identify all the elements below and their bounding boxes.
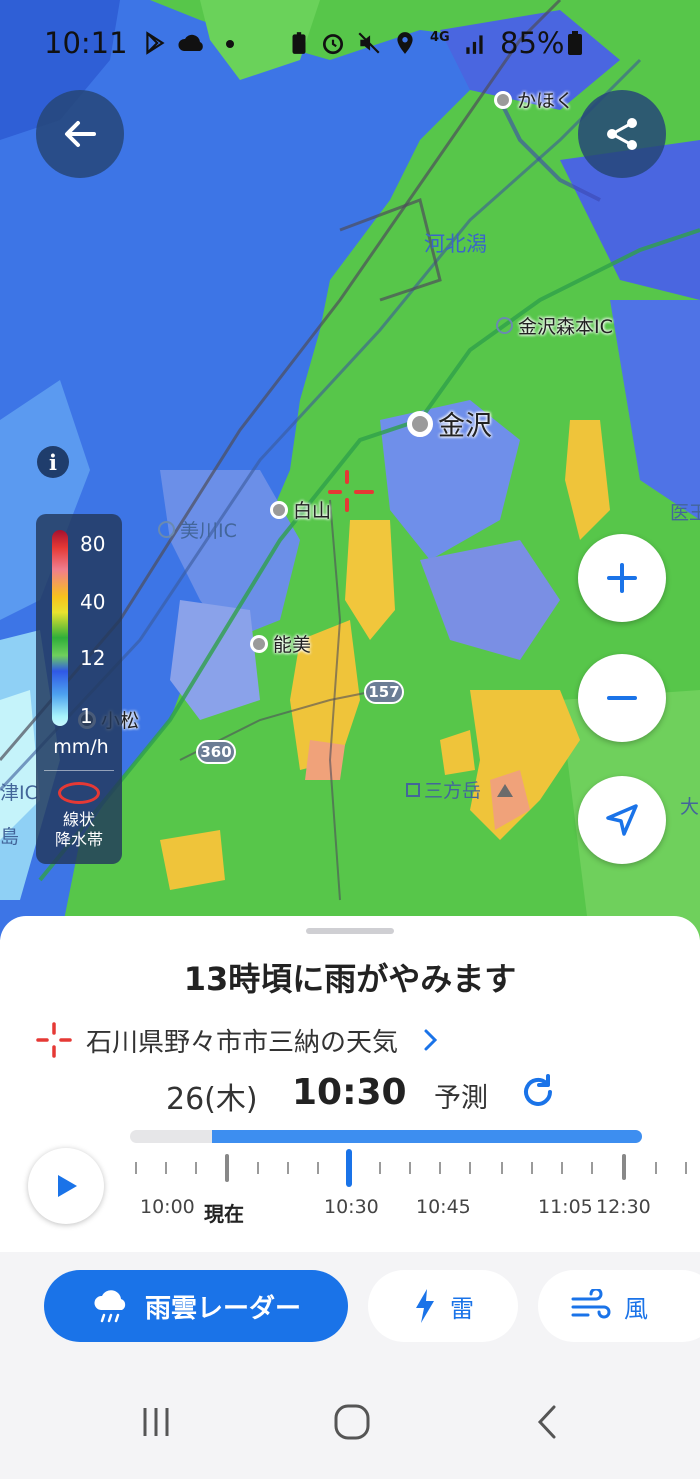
timeline-label-1045: 10:45 [416, 1196, 471, 1218]
play-store-icon [146, 31, 165, 55]
tab-thunder-label: 雷 [450, 1294, 474, 1323]
rain-cloud-icon [94, 1290, 126, 1323]
place-hakusan: 白山 [270, 496, 331, 523]
chevron-right-icon [424, 1029, 438, 1051]
legend-value-80: 80 [80, 532, 106, 556]
battery-icon [568, 31, 582, 55]
info-button[interactable]: i [37, 446, 69, 478]
share-icon [607, 118, 637, 150]
mute-icon [358, 32, 380, 54]
location-icon [397, 32, 413, 54]
current-location-button[interactable] [578, 776, 666, 864]
legend-value-1: 1 [80, 704, 93, 728]
timeline-label-1105: 11:05 [538, 1196, 593, 1218]
location-weather-link[interactable]: 石川県野々市市三納の天気 [34, 1020, 440, 1060]
navigation-arrow-icon [606, 804, 638, 836]
place-edge-ic: 津IC [0, 782, 38, 804]
tab-rain-radar[interactable]: 雨雲レーダー [44, 1270, 348, 1342]
place-edge-left: 島 [0, 826, 20, 848]
play-icon [58, 1175, 77, 1197]
place-mikawa-ic: 美川IC [158, 516, 237, 543]
forecast-time: 10:30 [292, 1072, 407, 1113]
layer-tabs: 雨雲レーダー 雷 風 [0, 1252, 700, 1364]
timeline-label-now: 現在 [204, 1202, 244, 1226]
arrow-left-icon [65, 121, 96, 147]
linear-band-icon [58, 782, 100, 804]
place-edge-right-1: 医王 [670, 502, 700, 524]
route-360-badge: 360 [196, 740, 236, 764]
legend-value-12: 12 [80, 646, 106, 670]
alarm-icon [322, 34, 344, 55]
legend-color-bar [52, 530, 68, 726]
timeline-slider[interactable] [126, 1148, 700, 1188]
dot-icon [226, 40, 234, 48]
status-bar: 10:11 4G 85% [0, 0, 700, 88]
rain-stop-headline: 13時頃に雨がやみます [183, 960, 517, 998]
battery-saver-icon [292, 32, 306, 54]
tab-rain-radar-label: 雨雲レーダー [144, 1293, 301, 1324]
network-type: 4G [430, 30, 450, 45]
forecast-sheet: 13時頃に雨がやみます 石川県野々市市三納の天気 26(木) 10:30 予測 [0, 916, 700, 1252]
tab-thunder[interactable]: 雷 [368, 1270, 518, 1342]
forecast-range-bar [212, 1130, 642, 1143]
route-157-badge: 157 [364, 680, 404, 704]
tab-wind-label: 風 [624, 1294, 648, 1323]
place-kahokugata: 河北潟 [424, 232, 487, 256]
rain-radar-map[interactable]: 10:11 4G 85% かほく 河北潟 金沢森本IC 金沢 白山 美川IC 能… [0, 0, 700, 940]
wind-icon [571, 1289, 611, 1319]
mountain-icon [497, 783, 514, 797]
refresh-icon[interactable] [518, 1072, 558, 1112]
play-button[interactable] [28, 1148, 104, 1224]
forecast-label: 予測 [434, 1083, 488, 1114]
home-icon[interactable] [332, 1402, 372, 1442]
place-kanazawa: 金沢 [407, 404, 492, 443]
tab-wind[interactable]: 風 [538, 1270, 700, 1342]
place-edge-right-2: 大 [680, 796, 700, 818]
time-row: 26(木) 10:30 予測 [0, 1070, 700, 1118]
cloud-icon [178, 34, 203, 51]
timeline-label-1030: 10:30 [324, 1196, 379, 1218]
timeline-progress [130, 1130, 642, 1143]
back-nav-icon[interactable] [528, 1402, 568, 1442]
place-nomi: 能美 [250, 630, 311, 657]
sheet-handle[interactable] [306, 928, 394, 934]
legend-value-40: 40 [80, 590, 106, 614]
status-time: 10:11 [44, 26, 128, 60]
legend-band-label: 線状 降水帯 [54, 810, 103, 849]
place-kahoku: かほく [494, 86, 574, 113]
place-kanazawa-morimoto-ic: 金沢森本IC [496, 312, 613, 339]
rain-legend: 80 40 12 1 mm/h 線状 降水帯 [36, 514, 122, 864]
location-marker-icon [36, 1022, 72, 1058]
timeline-label-1230: 12:30 [596, 1196, 651, 1218]
legend-unit: mm/h [53, 736, 109, 758]
timeline-label-1000: 10:00 [140, 1196, 195, 1218]
place-sanpogatake: 三方岳 [406, 776, 515, 803]
back-button[interactable] [36, 90, 124, 178]
zoom-in-button[interactable] [578, 534, 666, 622]
location-name: 石川県野々市市三納の天気 [86, 1027, 399, 1058]
zoom-out-button[interactable] [578, 654, 666, 742]
lightning-icon [416, 1289, 434, 1323]
signal-icon [466, 35, 483, 54]
share-button[interactable] [578, 90, 666, 178]
plus-icon [607, 563, 637, 593]
battery-level: 85% [500, 26, 565, 60]
recent-apps-icon[interactable] [136, 1402, 176, 1442]
minus-icon [607, 696, 637, 700]
forecast-date: 26(木) [166, 1082, 258, 1117]
android-nav-bar [0, 1364, 700, 1479]
